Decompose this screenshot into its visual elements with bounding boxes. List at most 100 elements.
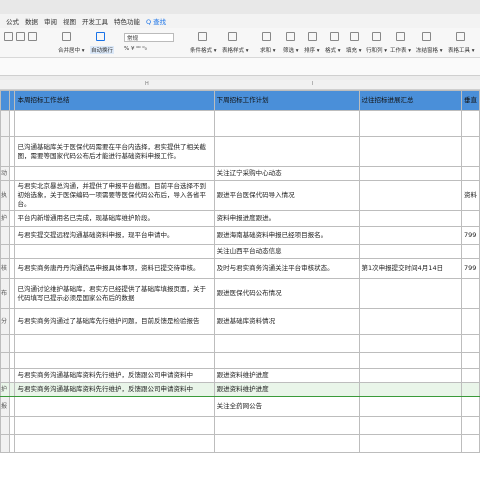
cell[interactable]: 已沟通基础库关于医保代码需要在平台内选择，君实提供了相关截图，需要等国家代码公布…: [14, 136, 215, 167]
formula-bar[interactable]: [0, 58, 480, 76]
menu-special[interactable]: 特色功能: [114, 16, 140, 26]
cell[interactable]: [460, 382, 480, 397]
menu-view[interactable]: 视图: [63, 16, 76, 26]
conditional-format-button[interactable]: 条件格式 ▾: [190, 46, 217, 54]
cell[interactable]: 与君实商务沟通基础库资料先行维护，反馈跟公司申请资料中: [14, 368, 215, 383]
menu-data[interactable]: 数据: [25, 16, 38, 26]
cell[interactable]: 已沟通讨论维护基础库，君实方已经提供了基础库填报页面，关于代码填写已提示必须是国…: [14, 278, 215, 309]
cell[interactable]: 关注辽宁采购中心动态: [213, 166, 360, 181]
header-summary[interactable]: 本周招标工作总结: [14, 90, 215, 111]
sum-icon[interactable]: [262, 32, 271, 41]
cell[interactable]: 资料申报进度跟进。: [213, 210, 360, 227]
cell[interactable]: [213, 110, 360, 137]
cell[interactable]: [460, 244, 480, 259]
cell[interactable]: [358, 180, 462, 211]
merge-center-button[interactable]: 合并居中 ▾: [58, 46, 85, 54]
align-icon[interactable]: [4, 32, 13, 41]
cell[interactable]: [14, 396, 215, 417]
fill-icon[interactable]: [350, 32, 359, 41]
sort-icon[interactable]: [308, 32, 317, 41]
cell[interactable]: [358, 226, 462, 245]
cell[interactable]: 跟进资料维护进度: [213, 368, 360, 383]
cell[interactable]: [213, 334, 360, 353]
cell[interactable]: [358, 434, 462, 453]
cell[interactable]: [460, 278, 480, 309]
align-center-icon[interactable]: [16, 32, 25, 41]
menu-review[interactable]: 审阅: [44, 16, 57, 26]
sort-button[interactable]: 排序 ▾: [304, 46, 320, 54]
cell[interactable]: [460, 136, 480, 167]
cell[interactable]: 关注全药网公告: [213, 396, 360, 417]
cell[interactable]: [358, 210, 462, 227]
freeze-icon[interactable]: [422, 32, 431, 41]
cell[interactable]: [14, 434, 215, 453]
cell[interactable]: [14, 244, 215, 259]
cell[interactable]: [213, 352, 360, 369]
cell[interactable]: [213, 136, 360, 167]
cell[interactable]: 与君实商务沟通过了基础库先行维护问题，目前反馈是检验报告: [14, 308, 215, 335]
cell[interactable]: [358, 352, 462, 369]
header-extra[interactable]: 垂直: [460, 90, 480, 111]
cell[interactable]: 第1次申报提交时间4月14日: [358, 258, 462, 279]
row-col-icon[interactable]: [372, 32, 381, 41]
cell[interactable]: [460, 416, 480, 435]
filter-button[interactable]: 筛选 ▾: [283, 46, 299, 54]
cell[interactable]: [460, 210, 480, 227]
format-button[interactable]: 格式 ▾: [325, 46, 341, 54]
sum-button[interactable]: 求和 ▾: [260, 46, 276, 54]
cell[interactable]: [460, 396, 480, 417]
header-history[interactable]: 过往招标进展汇总: [358, 90, 462, 111]
table-tools-button[interactable]: 表格工具 ▾: [448, 46, 475, 54]
cell[interactable]: 跟进海南基础资料申报已经项目报名。: [213, 226, 360, 245]
cell[interactable]: [358, 136, 462, 167]
cell[interactable]: [213, 416, 360, 435]
wrap-text-button[interactable]: 自动换行: [90, 46, 115, 54]
search-menu[interactable]: Q 查找: [146, 16, 166, 26]
cell[interactable]: [358, 368, 462, 383]
filter-icon[interactable]: [286, 32, 295, 41]
worksheet-icon[interactable]: [396, 32, 405, 41]
cell[interactable]: [358, 396, 462, 417]
cell[interactable]: 799: [460, 226, 480, 245]
cell[interactable]: [213, 434, 360, 453]
cell[interactable]: [358, 308, 462, 335]
fill-button[interactable]: 填充 ▾: [346, 46, 362, 54]
worksheet-button[interactable]: 工作表 ▾: [390, 46, 411, 54]
cell[interactable]: 及时与君实商务沟通关注平台审核状态。: [213, 258, 360, 279]
cell[interactable]: 与君实北京暴总沟通，并提供了申报平台截图。目前平台选择不到初始选象，关于医保编码…: [14, 180, 215, 211]
cell[interactable]: [460, 110, 480, 137]
cell[interactable]: [14, 416, 215, 435]
cell[interactable]: 平台内新增通用名已完成，现基础库维护阶段。: [14, 210, 215, 227]
cell[interactable]: [460, 308, 480, 335]
cell[interactable]: [460, 368, 480, 383]
align-right-icon[interactable]: [28, 32, 37, 41]
column-header-i[interactable]: I: [312, 81, 313, 87]
cell[interactable]: 与君实商务唐丹丹沟通药品申报具体事项，资料已提交待审核。: [14, 258, 215, 279]
cell[interactable]: [358, 110, 462, 137]
cell[interactable]: 跟进基础库资料情况: [213, 308, 360, 335]
wrap-icon[interactable]: [96, 32, 105, 41]
cell[interactable]: [14, 352, 215, 369]
menu-formula[interactable]: 公式: [6, 16, 19, 26]
cell[interactable]: [14, 334, 215, 353]
cell[interactable]: [460, 166, 480, 181]
table-style-icon[interactable]: [228, 32, 237, 41]
cell[interactable]: [358, 278, 462, 309]
cell[interactable]: 799: [460, 258, 480, 279]
cell[interactable]: [460, 434, 480, 453]
cell[interactable]: 与君实提交提远程沟通基础资料申报，现平台申请中。: [14, 226, 215, 245]
cell[interactable]: [358, 334, 462, 353]
cell[interactable]: [358, 166, 462, 181]
cell[interactable]: 跟进医保代码公布情况: [213, 278, 360, 309]
cell[interactable]: [14, 110, 215, 137]
menu-developer[interactable]: 开发工具: [82, 16, 108, 26]
conditional-format-icon[interactable]: [198, 32, 207, 41]
format-icon[interactable]: [330, 32, 339, 41]
cell[interactable]: 关注山西平台动态信息: [213, 244, 360, 259]
cell[interactable]: [14, 166, 215, 181]
cell[interactable]: 与君实商务沟通基础库资料先行维护，反馈跟公司申请资料中: [14, 382, 215, 397]
cell[interactable]: [358, 382, 462, 397]
cell[interactable]: [460, 352, 480, 369]
cell[interactable]: 跟进平台医保代码导入情况: [213, 180, 360, 211]
row-col-button[interactable]: 行和列 ▾: [366, 46, 387, 54]
